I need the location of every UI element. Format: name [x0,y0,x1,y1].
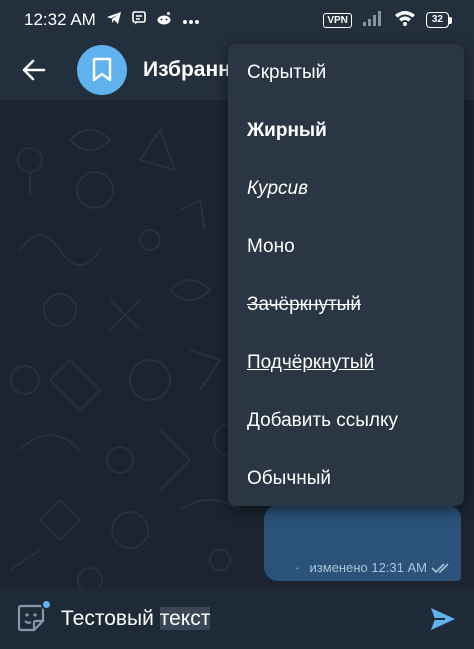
message-status: изменено 12:31 AM [309,560,427,575]
vpn-badge: VPN [323,12,352,28]
battery-tip [449,16,452,24]
menu-item-add-link[interactable]: Добавить ссылку [228,392,464,450]
send-button[interactable] [426,602,460,636]
send-icon [431,607,455,630]
status-time: 12:32 AM [24,10,96,29]
arrow-left-icon [22,59,46,81]
formatting-menu: Скрытый Жирный Курсив Моно Зачёркнутый П… [228,44,464,506]
menu-item-underline[interactable]: Подчёркнутый [228,334,464,392]
message-composer: Тестовый текст [0,588,474,649]
bullet-dot: · [295,560,300,575]
bookmark-icon [92,57,112,82]
menu-item-italic[interactable]: Курсив [228,160,464,218]
input-text-plain: Тестовый [61,606,160,630]
message-input[interactable]: Тестовый текст [61,606,426,631]
status-left: 12:32 AM [24,10,200,30]
battery-level: 32 [425,12,449,28]
status-bar: 12:32 AM VPN 32 [0,0,474,40]
battery-icon: 32 [425,12,452,28]
menu-item-mono[interactable]: Моно [228,218,464,276]
menu-item-regular[interactable]: Обычный [228,450,464,508]
avatar[interactable] [77,45,127,95]
reddit-icon [156,10,172,30]
double-check-icon [431,562,449,573]
input-text-selected: текст [159,606,211,630]
more-dots-icon [182,10,200,30]
telegram-icon [106,10,122,30]
message-bubble[interactable]: · изменено 12:31 AM [264,505,461,581]
message-meta: · изменено 12:31 AM [295,560,453,575]
message-icon [132,10,146,30]
signal-icon [362,10,384,31]
sticker-button[interactable] [16,598,52,635]
menu-item-bold[interactable]: Жирный [228,102,464,160]
notification-dot [41,598,52,610]
back-button[interactable] [14,50,54,90]
wifi-icon [394,10,416,31]
menu-item-hidden[interactable]: Скрытый [228,44,464,102]
menu-item-strikethrough[interactable]: Зачёркнутый [228,276,464,334]
status-right: VPN 32 [323,10,452,31]
